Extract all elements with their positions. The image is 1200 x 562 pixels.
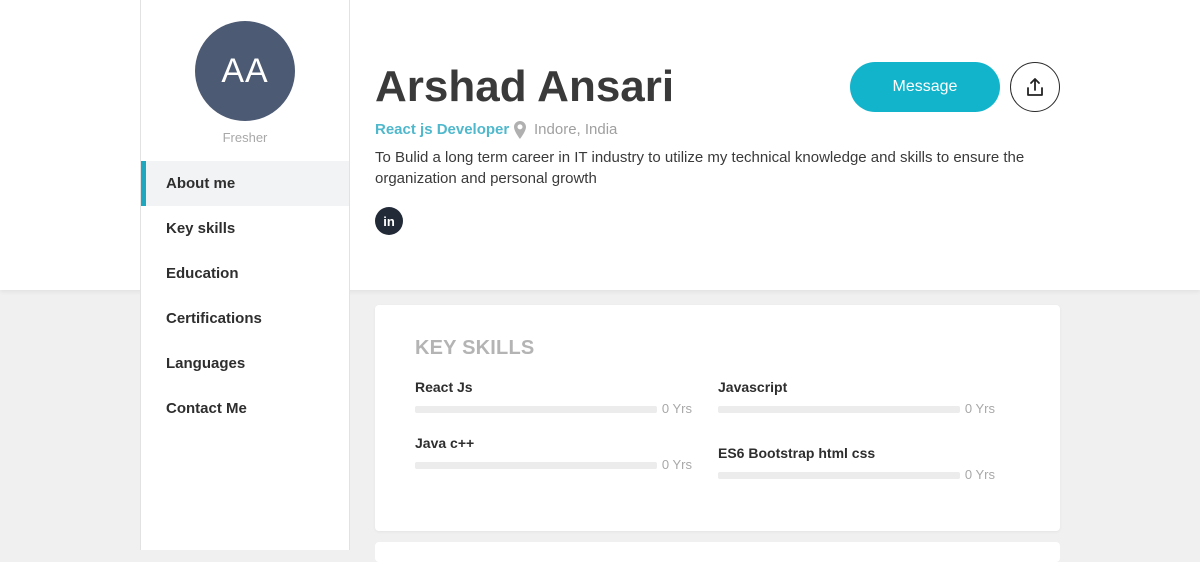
skill-years: 0 Yrs [661,457,692,472]
location-pin-icon [514,121,526,139]
skill-name: Javascript [718,379,788,395]
experience-status: Fresher [222,130,268,145]
skill-item: Javascript 0 Yrs [718,379,995,417]
sidebar-item-certifications[interactable]: Certifications [141,296,349,341]
profile-role: React js Developer [375,121,510,138]
share-icon [1027,78,1043,96]
profile-name: Arshad Ansari [375,62,675,111]
message-button[interactable]: Message [850,62,1000,112]
skill-progress-bar [415,406,657,413]
sidebar-item-key-skills[interactable]: Key skills [141,206,349,251]
key-skills-card: KEY SKILLS React Js 0 Yrs Javascript 0 Y… [375,305,1060,531]
profile-location: Indore, India [534,121,618,138]
sidebar-item-education[interactable]: Education [141,251,349,296]
avatar: AA [195,21,295,121]
skill-progress-bar [415,462,657,469]
skill-name: Java c++ [415,435,475,451]
skill-years: 0 Yrs [964,467,995,482]
sidebar-nav: About me Key skills Education Certificat… [141,161,349,431]
sidebar-item-languages[interactable]: Languages [141,341,349,386]
skill-name: React Js [415,379,473,395]
skill-name: ES6 Bootstrap html css [718,445,876,461]
profile-bio: To Bulid a long term career in IT indust… [375,149,1025,187]
sidebar-item-about-me[interactable]: About me [141,161,349,206]
share-button[interactable] [1010,62,1060,112]
skill-progress-bar [718,406,960,413]
linkedin-icon[interactable]: in [375,207,403,235]
skill-item: React Js 0 Yrs [415,379,692,417]
skill-years: 0 Yrs [964,401,995,416]
skill-years: 0 Yrs [661,401,692,416]
next-section-card [375,542,1060,562]
skill-item: Java c++ 0 Yrs [415,435,692,473]
skill-progress-bar [718,472,960,479]
sidebar-item-contact-me[interactable]: Contact Me [141,386,349,431]
sidebar: AA Fresher About me Key skills Education… [140,0,350,550]
key-skills-title: KEY SKILLS [415,337,535,359]
skill-item: ES6 Bootstrap html css 0 Yrs [718,445,995,483]
